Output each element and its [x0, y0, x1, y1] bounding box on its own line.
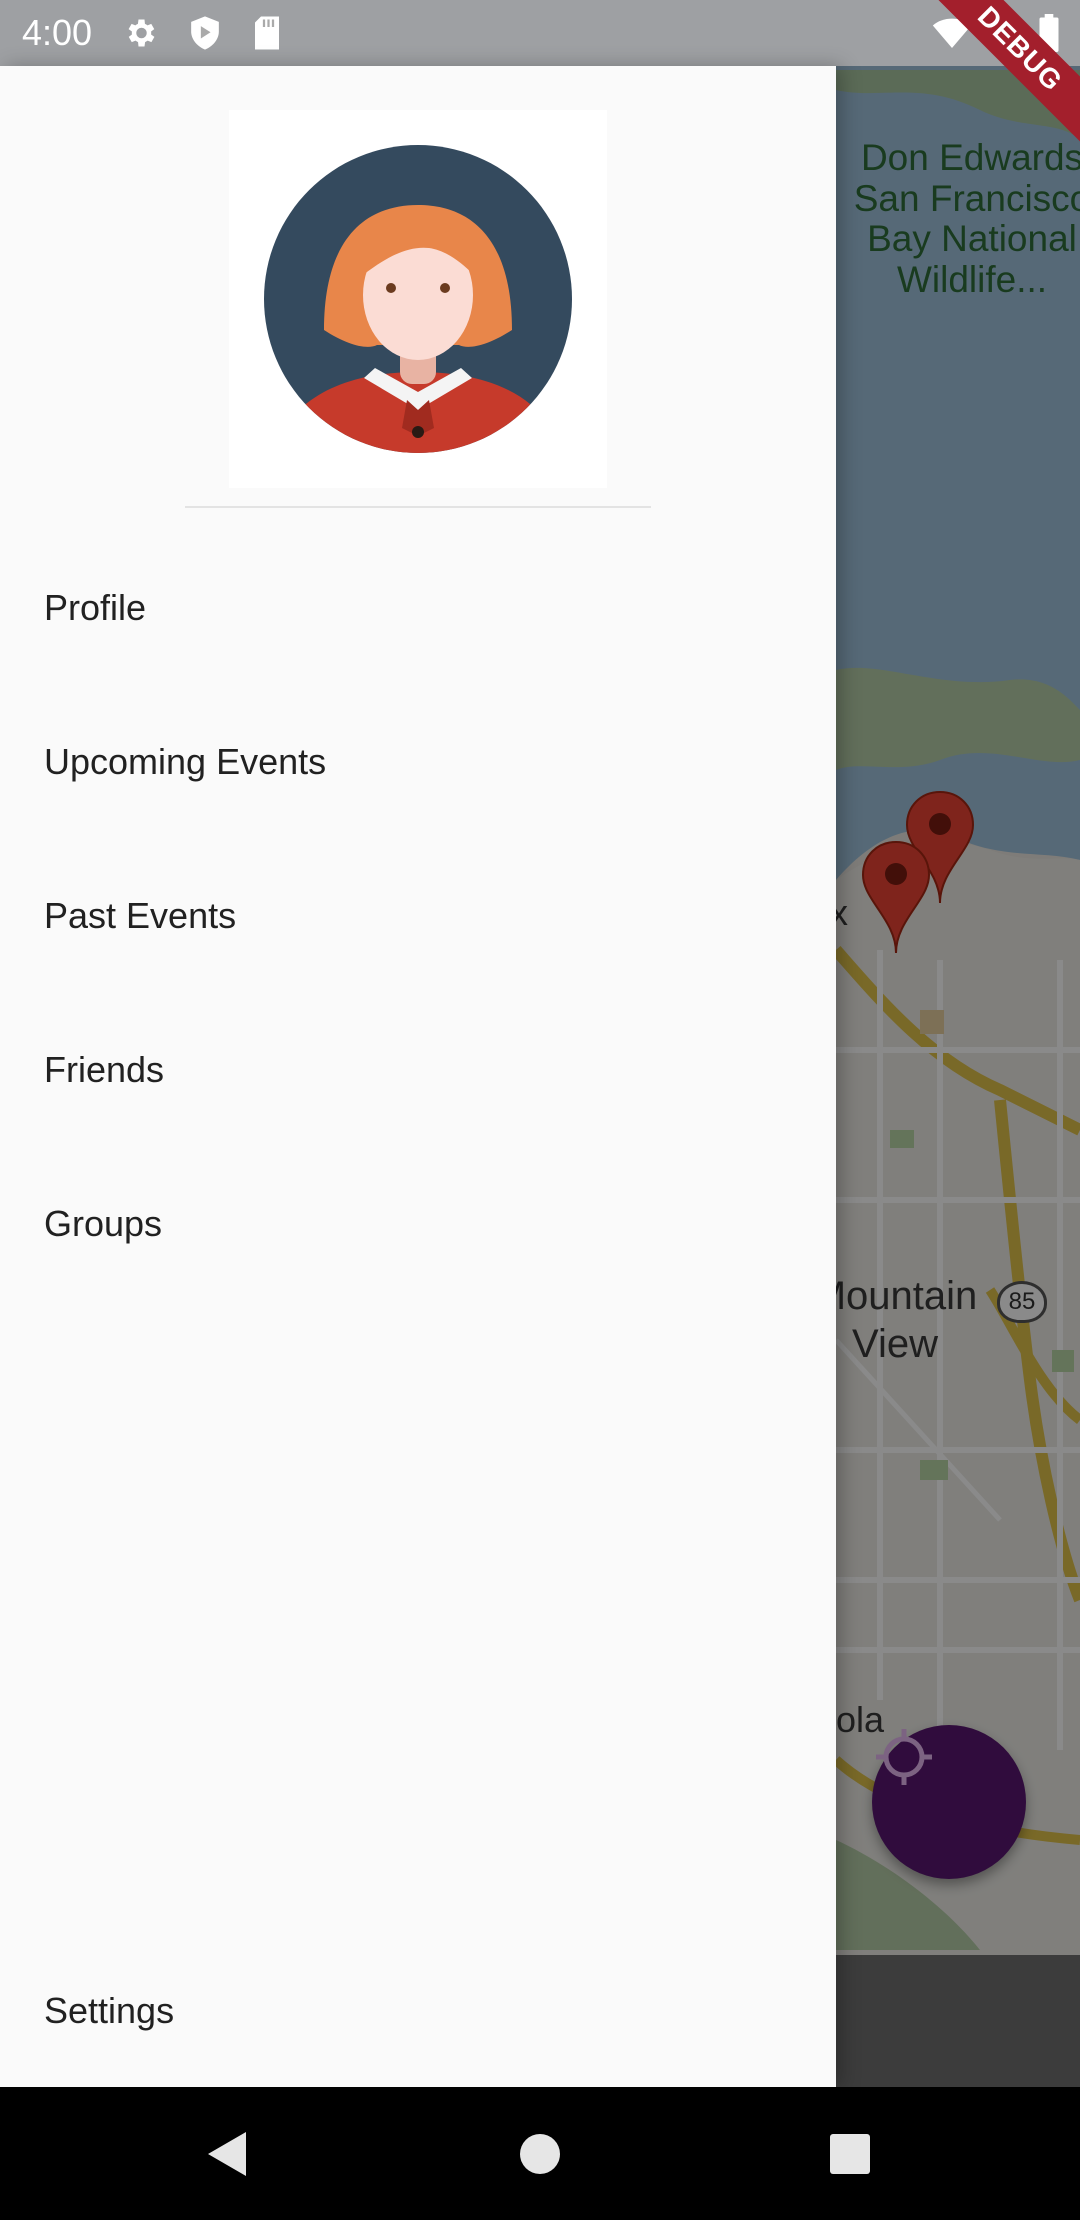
- avatar-illustration: [264, 145, 572, 453]
- recents-icon: [830, 2133, 870, 2174]
- back-button[interactable]: [156, 2087, 296, 2220]
- settings-gear-icon: [128, 19, 155, 47]
- menu-item-groups[interactable]: Groups: [0, 1164, 836, 1284]
- menu-item-label: Friends: [44, 1049, 165, 1090]
- screen: Don Edwards San Francisco Bay National W…: [0, 0, 1080, 2220]
- menu-item-past-events[interactable]: Past Events: [0, 856, 836, 976]
- menu-item-upcoming-events[interactable]: Upcoming Events: [0, 702, 836, 822]
- navigation-drawer: Profile Upcoming Events Past Events Frie…: [0, 66, 836, 2087]
- status-time: 4:00: [22, 12, 93, 53]
- avatar[interactable]: [229, 110, 607, 488]
- status-bar: 4:00: [0, 0, 1080, 66]
- header-divider: [185, 506, 651, 508]
- menu-item-label: Past Events: [44, 895, 237, 936]
- menu-item-profile[interactable]: Profile: [0, 548, 836, 668]
- home-button[interactable]: [470, 2087, 610, 2220]
- back-icon: [208, 2131, 246, 2176]
- menu-item-label: Groups: [44, 1203, 163, 1244]
- system-navigation-bar: [0, 2087, 1080, 2220]
- menu-item-settings[interactable]: Settings: [0, 1951, 836, 2071]
- home-icon: [520, 2133, 560, 2174]
- menu-item-label: Upcoming Events: [44, 741, 327, 782]
- recents-button[interactable]: [780, 2087, 920, 2220]
- sd-card-icon: [255, 16, 280, 50]
- shield-icon: [191, 16, 219, 50]
- menu-item-label: Profile: [44, 587, 147, 628]
- drawer-header: [0, 66, 836, 508]
- menu-item-friends[interactable]: Friends: [0, 1010, 836, 1130]
- menu-item-label: Settings: [44, 1990, 175, 2031]
